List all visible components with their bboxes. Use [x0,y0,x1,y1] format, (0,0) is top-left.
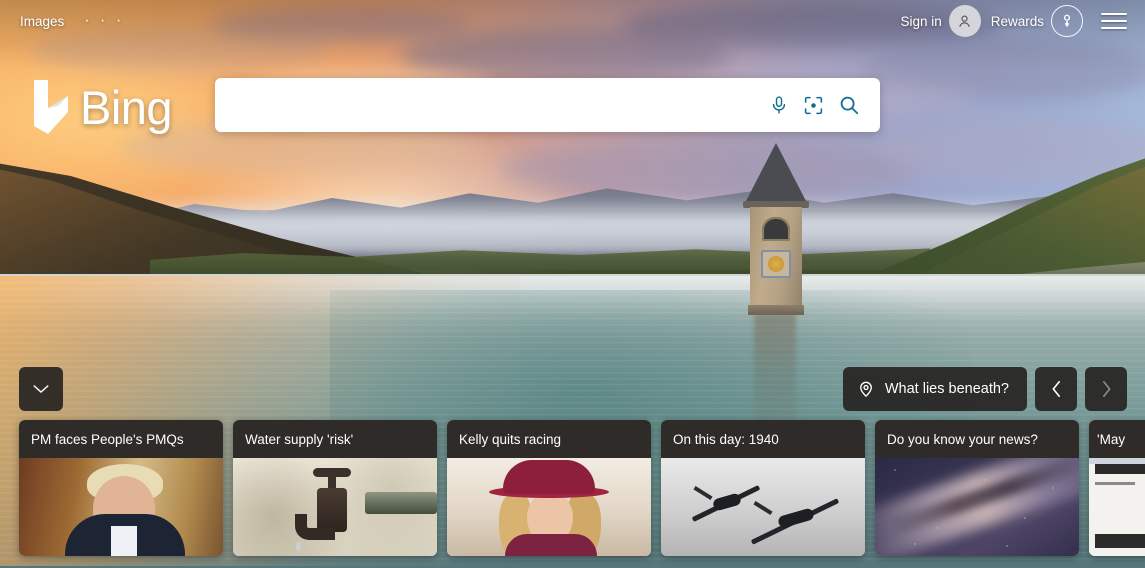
bing-homepage: Images · · · Sign in Rewards Bing What l… [0,0,1145,568]
more-options-button[interactable]: · · · [82,13,126,29]
tower-roof [745,143,807,203]
image-detail [1095,534,1145,548]
next-image-button[interactable] [1085,367,1127,411]
image-detail [1095,482,1135,485]
news-card-title: Kelly quits racing [447,420,651,458]
chevron-right-icon [1102,380,1111,398]
bing-logo-mark [34,80,68,134]
image-detail [747,498,843,545]
news-card-title: 'May [1089,420,1145,458]
sign-in-button[interactable]: Sign in [900,5,981,37]
submerged-bell-tower [740,143,812,315]
scroll-down-button[interactable] [19,367,63,411]
news-card[interactable]: Water supply 'risk' [233,420,437,556]
news-card[interactable]: Kelly quits racing [447,420,651,556]
image-detail [296,542,301,551]
bing-logo-text: Bing [80,80,173,134]
search-input[interactable] [215,78,769,132]
news-card-image-portrait-politician [19,458,223,556]
chevron-down-icon [33,385,49,394]
sign-in-label: Sign in [900,13,942,29]
image-detail [295,514,335,540]
news-card-image-milky-way [875,458,1079,556]
rewards-label: Rewards [990,13,1044,29]
search-box[interactable] [215,78,880,132]
location-pin-icon [859,381,872,398]
tower-clock-face [761,250,791,278]
news-card-image-woman-red-hat [447,458,651,556]
image-detail [111,526,137,556]
visual-search-icon[interactable] [803,95,824,116]
news-card-image-newspaper [1089,458,1145,556]
nav-link-images[interactable]: Images [20,14,64,29]
search-icon[interactable] [838,94,860,116]
image-detail [711,491,742,512]
nav-left-group: Images · · · [0,13,126,29]
tower-belfry-window [762,217,790,241]
what-lies-beneath-label: What lies beneath? [884,381,1009,397]
what-lies-beneath-button[interactable]: What lies beneath? [842,367,1027,411]
news-card-image-wwii-aircraft [661,458,865,556]
image-detail [693,485,713,500]
rewards-medal-icon [1051,5,1083,37]
top-navigation-bar: Images · · · Sign in Rewards [0,0,1145,42]
image-detail [1095,464,1145,474]
news-card[interactable]: 'May [1089,420,1145,556]
tower-body [748,207,804,315]
news-card-title: On this day: 1940 [661,420,865,458]
hamburger-line [1101,20,1127,22]
previous-image-button[interactable] [1035,367,1077,411]
news-card[interactable]: Do you know your news? [875,420,1079,556]
image-detail [776,507,816,529]
news-card[interactable]: On this day: 1940 [661,420,865,556]
hamburger-line [1101,26,1127,29]
avatar [948,5,981,37]
rewards-button[interactable]: Rewards [991,5,1083,37]
hamburger-line [1101,13,1127,16]
chevron-left-icon [1051,380,1060,398]
search-actions [769,94,880,116]
hamburger-menu[interactable] [1101,11,1127,31]
news-card-title: PM faces People's PMQs [19,420,223,458]
image-detail [503,460,595,494]
news-card-title: Water supply 'risk' [233,420,437,458]
news-card[interactable]: PM faces People's PMQs [19,420,223,556]
microphone-icon[interactable] [769,94,789,116]
image-detail [505,534,597,556]
news-card-image-water-tap [233,458,437,556]
nav-right-group: Sign in Rewards [900,5,1145,37]
news-card-carousel: PM faces People's PMQs Water supply 'ris… [19,420,1145,560]
bing-logo[interactable]: Bing [28,78,173,136]
cloud [500,140,920,198]
image-info-controls: What lies beneath? [842,367,1127,411]
image-detail [365,492,437,514]
image-detail [753,501,773,516]
news-card-title: Do you know your news? [875,420,1079,458]
